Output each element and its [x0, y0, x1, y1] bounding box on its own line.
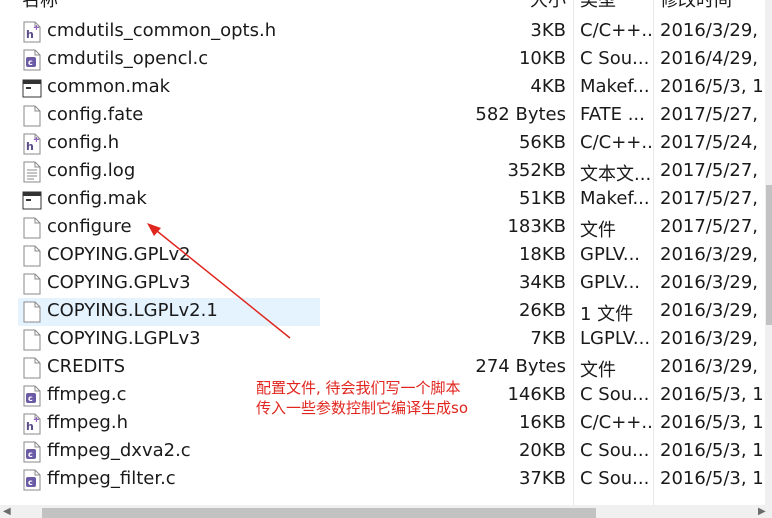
annotation-arrow	[147, 223, 291, 339]
horizontal-scrollbar-thumb[interactable]	[42, 508, 596, 518]
scroll-left-icon[interactable]: ◀	[3, 506, 11, 517]
horizontal-scrollbar[interactable]: ◀ ▶	[0, 505, 772, 518]
annotation-line-2: 传入一些参数控制它编译生成so	[256, 399, 468, 417]
annotation-line-1: 配置文件, 待会我们写一个脚本	[256, 379, 461, 397]
vertical-scrollbar[interactable]	[765, 0, 772, 505]
vertical-scrollbar-thumb[interactable]	[766, 185, 772, 325]
annotation-text: 配置文件, 待会我们写一个脚本 传入一些参数控制它编译生成so	[256, 378, 468, 418]
scroll-right-icon[interactable]: ▶	[758, 506, 766, 517]
